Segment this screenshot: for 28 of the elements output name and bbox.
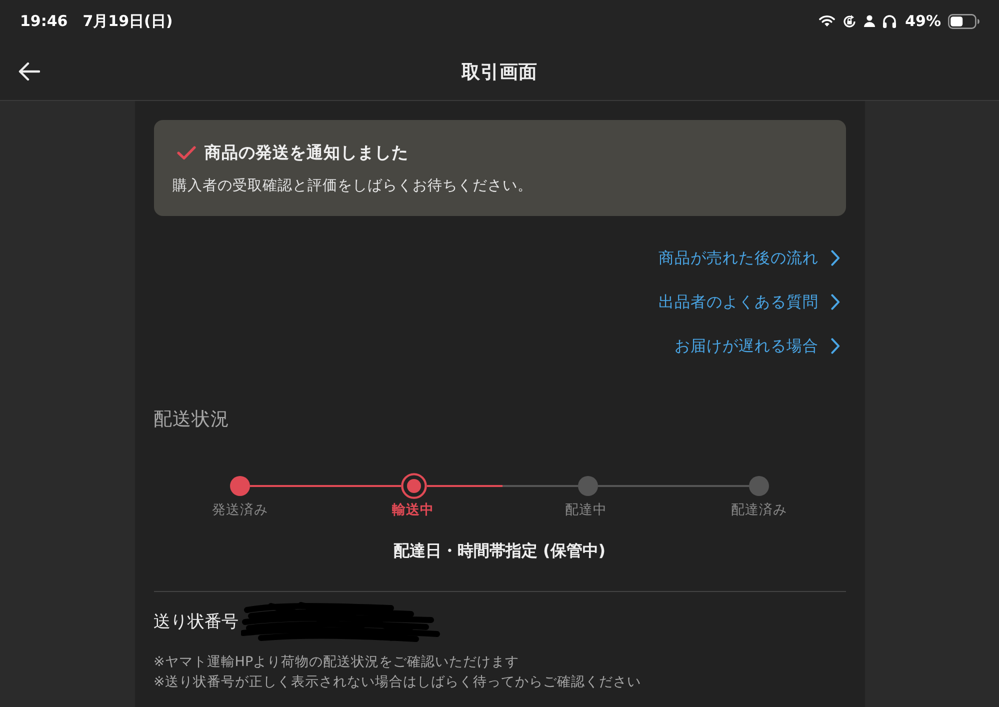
screen-title: 取引画面 [462,60,538,84]
step-label: 配達中 [565,501,607,519]
chevron-right-icon [830,250,840,266]
clock-time: 19:46 [20,12,68,30]
step-label: 発送済み [212,501,268,519]
wifi-icon [819,15,836,27]
tracking-number-label: 送り状番号 [154,611,238,634]
battery-icon [948,14,980,28]
notice-title: 商品の発送を通知しました [204,142,408,164]
chevron-right-icon [830,294,840,310]
note-text: ※送り状番号が正しく表示されない場合はしばらく待ってからご確認ください [154,673,642,692]
rotation-lock-icon [842,14,858,28]
battery-percentage: 49% [905,12,941,30]
date-text: 7月19日(日) [82,12,173,30]
headphones-icon [882,14,898,28]
section-heading: 配送状況 [154,408,230,432]
back-arrow-icon [18,62,40,80]
note-text: ※ヤマト運輸HPより荷物の配送状況をご確認いただけます [154,653,520,672]
check-icon [176,146,196,160]
help-link[interactable]: 商品が売れた後の流れ [658,236,840,280]
notice-message: 購入者の受取確認と評価をしばらくお待ちください。 [172,177,534,196]
help-link[interactable]: 出品者のよくある質問 [658,280,840,324]
delivery-status-text: 配達日・時間帯指定 (保管中) [392,540,607,562]
person-icon [864,15,876,27]
help-link[interactable]: お届けが遅れる場合 [674,324,840,368]
chevron-right-icon [830,338,840,354]
step-label: 配達済み [731,501,787,519]
step-label: 輸送中 [392,501,434,519]
